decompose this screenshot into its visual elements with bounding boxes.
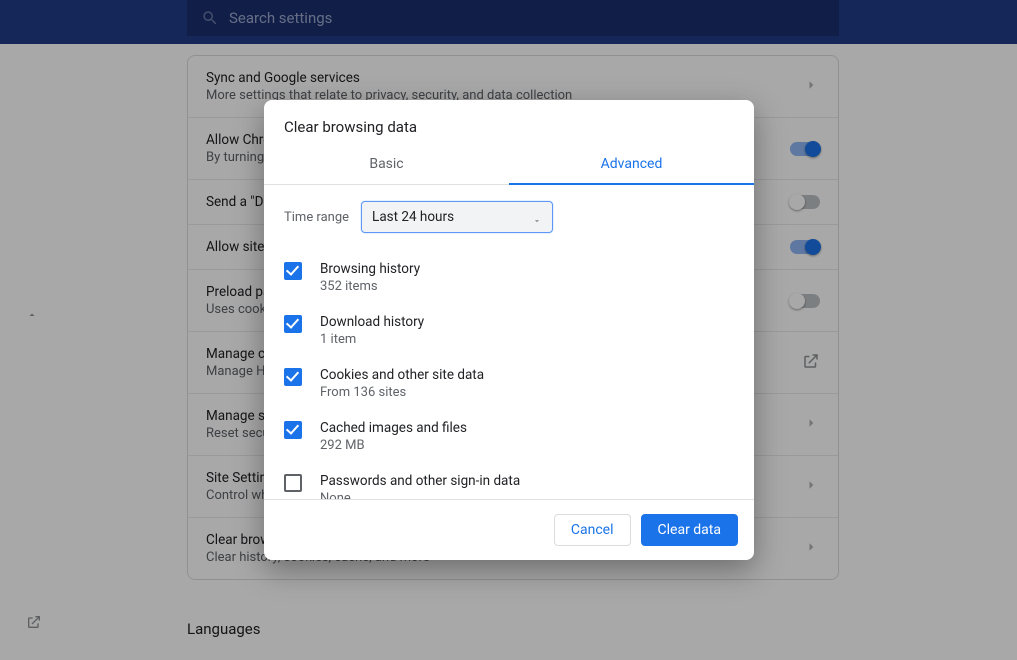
option-subtitle: 352 items bbox=[320, 279, 420, 294]
option-title: Download history bbox=[320, 314, 424, 330]
dialog-tabs: Basic Advanced bbox=[264, 146, 754, 185]
option-subtitle: 1 item bbox=[320, 332, 424, 347]
option-subtitle: None bbox=[320, 491, 520, 499]
option-title: Cached images and files bbox=[320, 420, 467, 436]
checkbox[interactable] bbox=[284, 421, 302, 439]
dialog-options: Browsing history 352 items Download histor… bbox=[284, 251, 734, 499]
clear-option: Browsing history 352 items bbox=[284, 251, 734, 304]
cancel-button[interactable]: Cancel bbox=[554, 514, 631, 546]
checkbox[interactable] bbox=[284, 262, 302, 280]
tab-advanced[interactable]: Advanced bbox=[509, 146, 754, 184]
option-title: Cookies and other site data bbox=[320, 367, 484, 383]
clear-option: Download history 1 item bbox=[284, 304, 734, 357]
checkbox[interactable] bbox=[284, 368, 302, 386]
time-range-value: Last 24 hours bbox=[372, 209, 454, 225]
time-range-select[interactable]: Last 24 hours bbox=[361, 201, 553, 233]
clear-data-button[interactable]: Clear data bbox=[641, 514, 738, 546]
clear-option: Cookies and other site data From 136 site… bbox=[284, 357, 734, 410]
checkbox[interactable] bbox=[284, 474, 302, 492]
dropdown-arrow-icon bbox=[532, 214, 542, 230]
checkbox[interactable] bbox=[284, 315, 302, 333]
dialog-title: Clear browsing data bbox=[264, 100, 754, 146]
clear-option: Cached images and files 292 MB bbox=[284, 410, 734, 463]
option-subtitle: 292 MB bbox=[320, 438, 467, 453]
option-title: Passwords and other sign-in data bbox=[320, 473, 520, 489]
clear-browsing-data-dialog: Clear browsing data Basic Advanced Time … bbox=[264, 100, 754, 560]
option-subtitle: From 136 sites bbox=[320, 385, 484, 400]
tab-basic[interactable]: Basic bbox=[264, 146, 509, 184]
option-title: Browsing history bbox=[320, 261, 420, 277]
clear-option: Passwords and other sign-in data None bbox=[284, 463, 734, 499]
time-range-label: Time range bbox=[284, 210, 349, 225]
